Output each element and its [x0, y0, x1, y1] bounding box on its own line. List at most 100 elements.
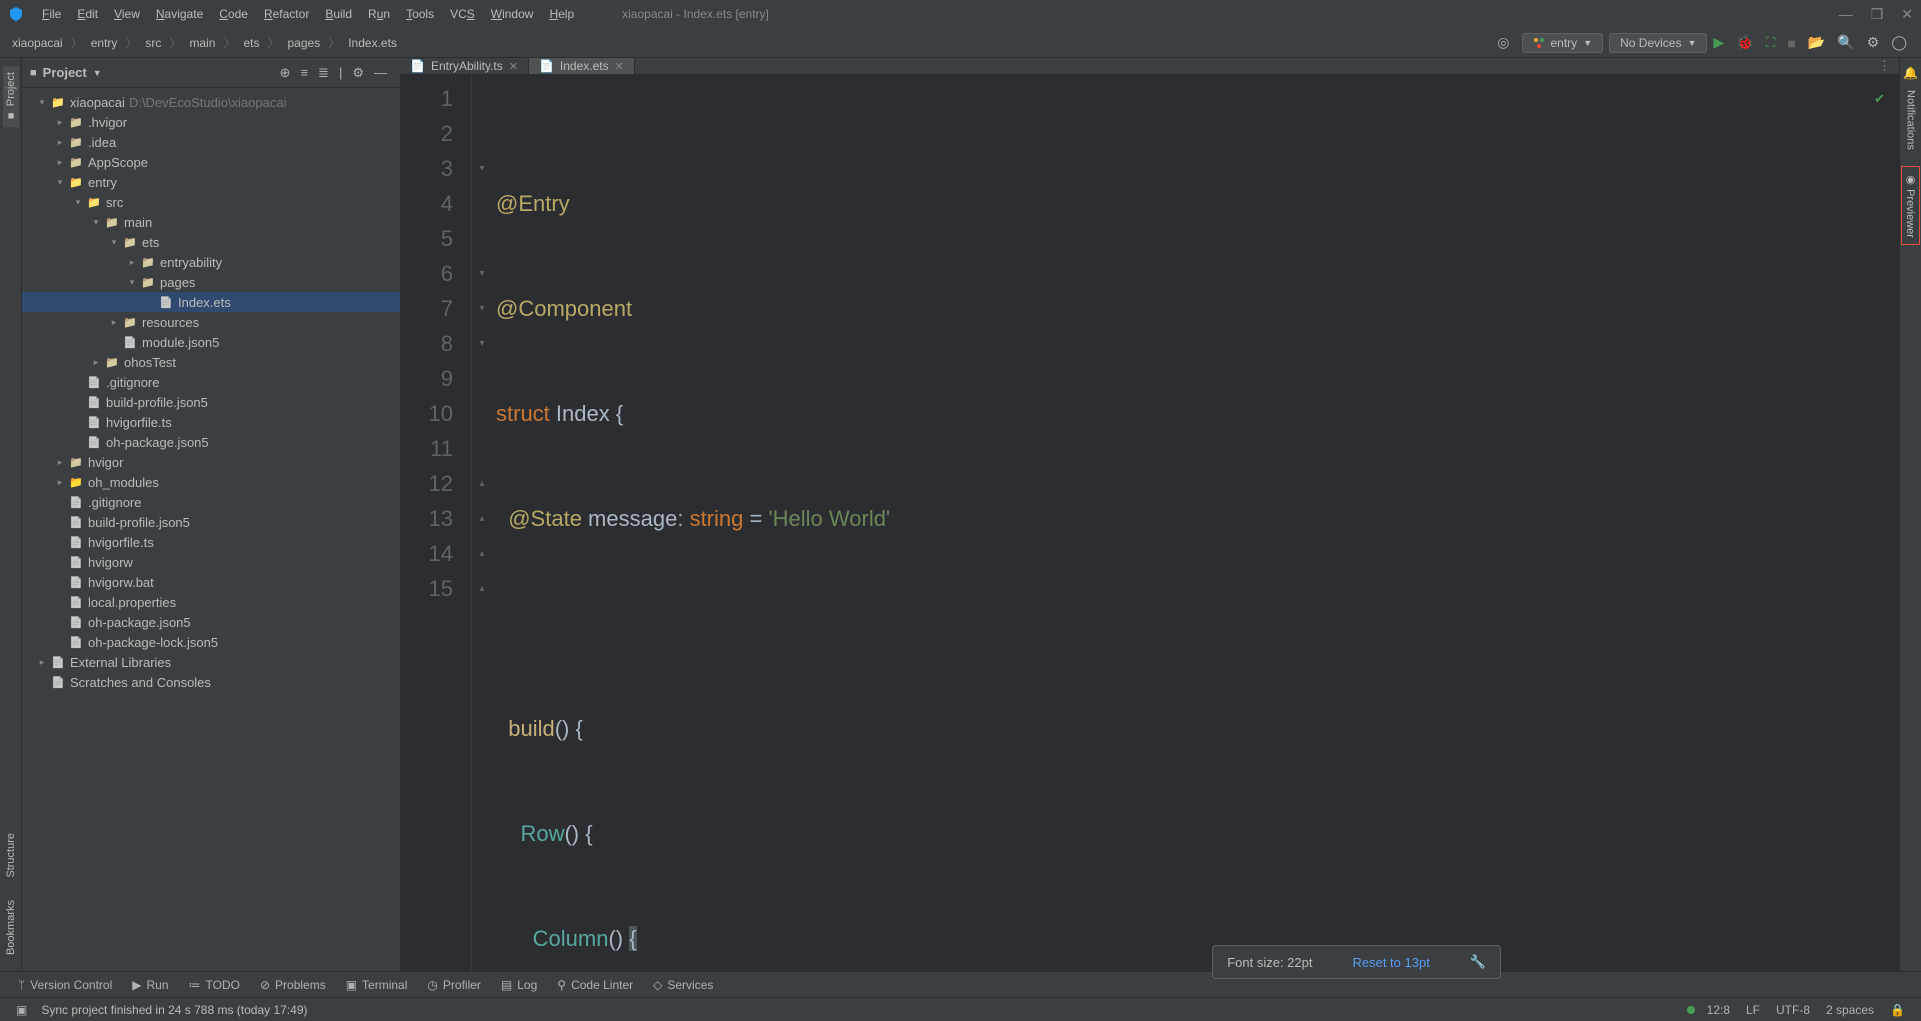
tree-item[interactable]: oh-package.json5: [22, 612, 400, 632]
bottom-run[interactable]: ▶Run: [122, 978, 178, 992]
tree-item[interactable]: hvigorw: [22, 552, 400, 572]
warning-icon: ⊘: [260, 978, 270, 992]
lock-icon[interactable]: 🔒: [1882, 1003, 1913, 1017]
tree-item[interactable]: oh-package.json5: [22, 432, 400, 452]
menu-file[interactable]: File: [34, 7, 69, 21]
target-icon[interactable]: ◎: [1491, 34, 1515, 51]
tab-menu-icon[interactable]: ⋮: [1870, 58, 1899, 74]
tree-item[interactable]: oh-package-lock.json5: [22, 632, 400, 652]
module-selector[interactable]: entry▼: [1522, 33, 1604, 53]
line-gutter[interactable]: 123456789101112131415: [400, 75, 472, 971]
bottom-services[interactable]: ◇Services: [643, 978, 723, 992]
menu-tools[interactable]: Tools: [398, 7, 442, 21]
tree-item[interactable]: Index.ets: [22, 292, 400, 312]
tree-item[interactable]: ▸External Libraries: [22, 652, 400, 672]
close-tab-icon[interactable]: ✕: [615, 60, 624, 73]
tree-item[interactable]: ▸entryability: [22, 252, 400, 272]
tree-item[interactable]: ▸resources: [22, 312, 400, 332]
tree-item[interactable]: ▸ohosTest: [22, 352, 400, 372]
tree-item[interactable]: ▾pages: [22, 272, 400, 292]
tree-item[interactable]: hvigorw.bat: [22, 572, 400, 592]
status-toggle-icon[interactable]: ▣: [8, 1003, 35, 1017]
tree-item[interactable]: ▸.idea: [22, 132, 400, 152]
tree-item[interactable]: module.json5: [22, 332, 400, 352]
menu-run[interactable]: Run: [360, 7, 398, 21]
bottom-vcs[interactable]: ᛘVersion Control: [8, 978, 122, 992]
tab-index[interactable]: 📄 Index.ets ✕: [529, 58, 635, 74]
menu-vcs[interactable]: VCS: [442, 7, 483, 21]
close-icon[interactable]: ✕: [1901, 6, 1913, 23]
select-opened-icon[interactable]: ⊕: [275, 65, 296, 81]
collapse-all-icon[interactable]: ≣: [313, 65, 334, 81]
menu-window[interactable]: Window: [483, 7, 542, 21]
wrench-icon[interactable]: 🔧: [1470, 954, 1486, 970]
bottom-log[interactable]: ▤Log: [491, 978, 547, 992]
minimize-icon[interactable]: —: [1839, 6, 1853, 23]
expand-all-icon[interactable]: ≡: [295, 65, 313, 80]
menu-help[interactable]: Help: [541, 7, 582, 21]
stop-icon[interactable]: ■: [1781, 35, 1801, 51]
tree-item[interactable]: ▸oh_modules: [22, 472, 400, 492]
device-selector[interactable]: No Devices▼: [1609, 33, 1707, 53]
bottom-problems[interactable]: ⊘Problems: [250, 978, 336, 992]
bottom-todo[interactable]: ≔TODO: [179, 978, 250, 992]
breadcrumb[interactable]: xiaopacai〉 entry〉 src〉 main〉 ets〉 pages〉…: [8, 34, 401, 52]
hide-panel-icon[interactable]: —: [369, 65, 392, 80]
tree-item[interactable]: local.properties: [22, 592, 400, 612]
right-tab-notifications[interactable]: Notifications: [1903, 84, 1919, 156]
left-tab-bookmarks[interactable]: Bookmarks: [3, 894, 19, 961]
project-tree[interactable]: ▾xiaopacaiD:\DevEcoStudio\xiaopacai▸.hvi…: [22, 88, 400, 971]
gauge-icon: ◷: [427, 978, 437, 992]
run-icon[interactable]: ▶: [1707, 34, 1730, 51]
search-icon[interactable]: 🔍: [1831, 34, 1860, 51]
tree-item[interactable]: ▾xiaopacaiD:\DevEcoStudio\xiaopacai: [22, 92, 400, 112]
cursor-position[interactable]: 12:8: [1699, 1003, 1738, 1017]
services-icon: ◇: [653, 978, 662, 992]
menu-refactor[interactable]: Refactor: [256, 7, 317, 21]
tree-item[interactable]: build-profile.json5: [22, 392, 400, 412]
project-view-selector[interactable]: ■ Project ▼: [30, 65, 102, 80]
tree-item[interactable]: ▸.hvigor: [22, 112, 400, 132]
right-tab-previewer[interactable]: ◉ Previewer: [1901, 166, 1920, 245]
tree-item[interactable]: hvigorfile.ts: [22, 412, 400, 432]
tree-item[interactable]: hvigorfile.ts: [22, 532, 400, 552]
tree-item[interactable]: ▾entry: [22, 172, 400, 192]
close-tab-icon[interactable]: ✕: [509, 60, 518, 73]
menu-build[interactable]: Build: [317, 7, 360, 21]
user-icon[interactable]: ◯: [1885, 34, 1913, 51]
tree-item[interactable]: .gitignore: [22, 492, 400, 512]
tree-item[interactable]: ▾main: [22, 212, 400, 232]
tree-item[interactable]: ▸hvigor: [22, 452, 400, 472]
bottom-linter[interactable]: ⚲Code Linter: [547, 978, 643, 992]
bottom-profiler[interactable]: ◷Profiler: [417, 978, 491, 992]
tree-settings-icon[interactable]: ⚙: [347, 65, 369, 81]
tab-entryability[interactable]: 📄 EntryAbility.ts ✕: [400, 58, 529, 74]
list-icon: ≔: [189, 978, 201, 992]
tree-item[interactable]: ▸AppScope: [22, 152, 400, 172]
menu-view[interactable]: View: [106, 7, 148, 21]
left-tab-project[interactable]: ■ Project: [3, 66, 19, 127]
debug-icon[interactable]: 🐞: [1730, 34, 1759, 51]
maximize-icon[interactable]: ❐: [1871, 6, 1884, 23]
encoding[interactable]: UTF-8: [1768, 1003, 1818, 1017]
code-area[interactable]: ✔ @Entry @Component struct Index { @Stat…: [492, 75, 1899, 971]
bottom-terminal[interactable]: ▣Terminal: [336, 978, 418, 992]
left-tab-structure[interactable]: Structure: [3, 827, 19, 884]
analysis-ok-icon[interactable]: ✔: [1874, 81, 1885, 116]
menu-edit[interactable]: Edit: [69, 7, 106, 21]
tree-item[interactable]: Scratches and Consoles: [22, 672, 400, 692]
reset-font-link[interactable]: Reset to 13pt: [1352, 955, 1429, 970]
menu-navigate[interactable]: Navigate: [148, 7, 211, 21]
bell-icon[interactable]: 🔔: [1903, 66, 1918, 80]
tree-item[interactable]: ▾src: [22, 192, 400, 212]
tree-item[interactable]: .gitignore: [22, 372, 400, 392]
settings-icon[interactable]: ⚙: [1861, 34, 1886, 51]
fold-column[interactable]: ▾▾▾▾▴▴▴▴: [472, 75, 492, 971]
tree-item[interactable]: ▾ets: [22, 232, 400, 252]
menu-code[interactable]: Code: [211, 7, 256, 21]
tree-item[interactable]: build-profile.json5: [22, 512, 400, 532]
indent[interactable]: 2 spaces: [1818, 1003, 1882, 1017]
coverage-icon[interactable]: ⛶: [1760, 34, 1782, 51]
folder-open-icon[interactable]: 📂: [1802, 34, 1831, 51]
line-separator[interactable]: LF: [1738, 1003, 1768, 1017]
